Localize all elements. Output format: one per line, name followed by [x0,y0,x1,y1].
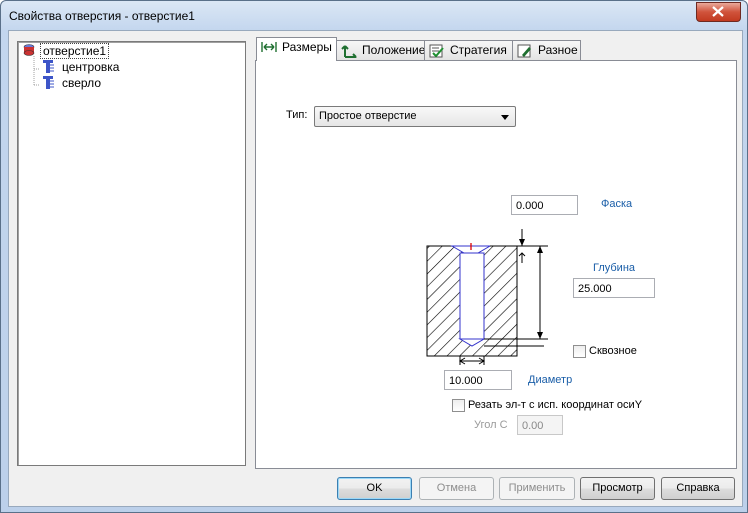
drill-tool-icon [43,60,54,73]
cancel-button[interactable]: Отмена [419,477,494,500]
chamfer-input[interactable]: 0.000 [511,195,578,215]
dialog-window: Свойства отверстия - отверстие1 отверсти… [0,0,748,513]
tab-dimensions[interactable]: Размеры [256,37,337,61]
type-select[interactable]: Простое отверстие [314,106,516,127]
depth-label: Глубина [593,262,636,274]
diameter-input[interactable]: 10.000 [444,370,512,390]
tab-label: Положение [362,43,426,57]
through-label: Сквозное [589,345,637,357]
tab-label: Стратегия [450,43,507,57]
tree-item-drill[interactable]: сверло [42,75,103,91]
close-button[interactable] [696,2,741,22]
chevron-down-icon [501,115,509,120]
tab-strategy[interactable]: Стратегия [424,40,513,60]
title-bar[interactable]: Свойства отверстия - отверстие1 [1,1,747,31]
window-title: Свойства отверстия - отверстие1 [9,9,195,23]
diameter-label: Диаметр [528,374,573,386]
tree-item-root[interactable]: отверстие1 [22,43,110,59]
position-axes-icon [341,45,357,58]
cut-y-axis-label: Резать эл-т с исп. координат осиY [468,399,643,411]
angle-c-label: Угол C [474,419,508,431]
tab-page-dimensions: Тип: Простое отверстие 0.000 Фаска Глуби… [255,60,737,469]
type-select-value: Простое отверстие [319,110,417,122]
tree-label-drill: сверло [62,76,101,90]
tab-label: Разное [538,43,578,57]
preview-button[interactable]: Просмотр [580,477,655,500]
strategy-check-icon [429,44,444,58]
close-icon [712,6,724,17]
angle-c-input[interactable]: 0.00 [517,415,563,435]
tab-label: Размеры [282,40,332,54]
depth-input[interactable]: 25.000 [573,278,655,298]
hole-cylinder-icon [23,44,35,56]
type-label: Тип: [286,109,308,121]
tab-misc[interactable]: Разное [512,40,581,60]
cut-y-axis-checkbox[interactable] [452,399,465,412]
apply-button[interactable]: Применить [499,477,575,500]
chamfer-label: Фаска [601,198,633,210]
tree-label-centering: центровка [62,60,120,74]
dialog-client: отверстие1 центровка сверло Размеры Поло… [8,30,743,507]
tree-item-centering[interactable]: центровка [42,59,121,75]
tree-view[interactable]: отверстие1 центровка сверло [17,41,246,466]
help-button[interactable]: Справка [661,477,735,500]
through-checkbox[interactable] [573,345,586,358]
misc-pencil-icon [517,44,531,58]
drill-tool-icon [43,76,54,89]
hole-diagram [426,229,548,365]
dimension-arrows-icon [261,42,277,52]
tab-position[interactable]: Положение [336,40,425,60]
tree-label-root: отверстие1 [40,43,110,59]
ok-button[interactable]: OK [337,477,412,500]
